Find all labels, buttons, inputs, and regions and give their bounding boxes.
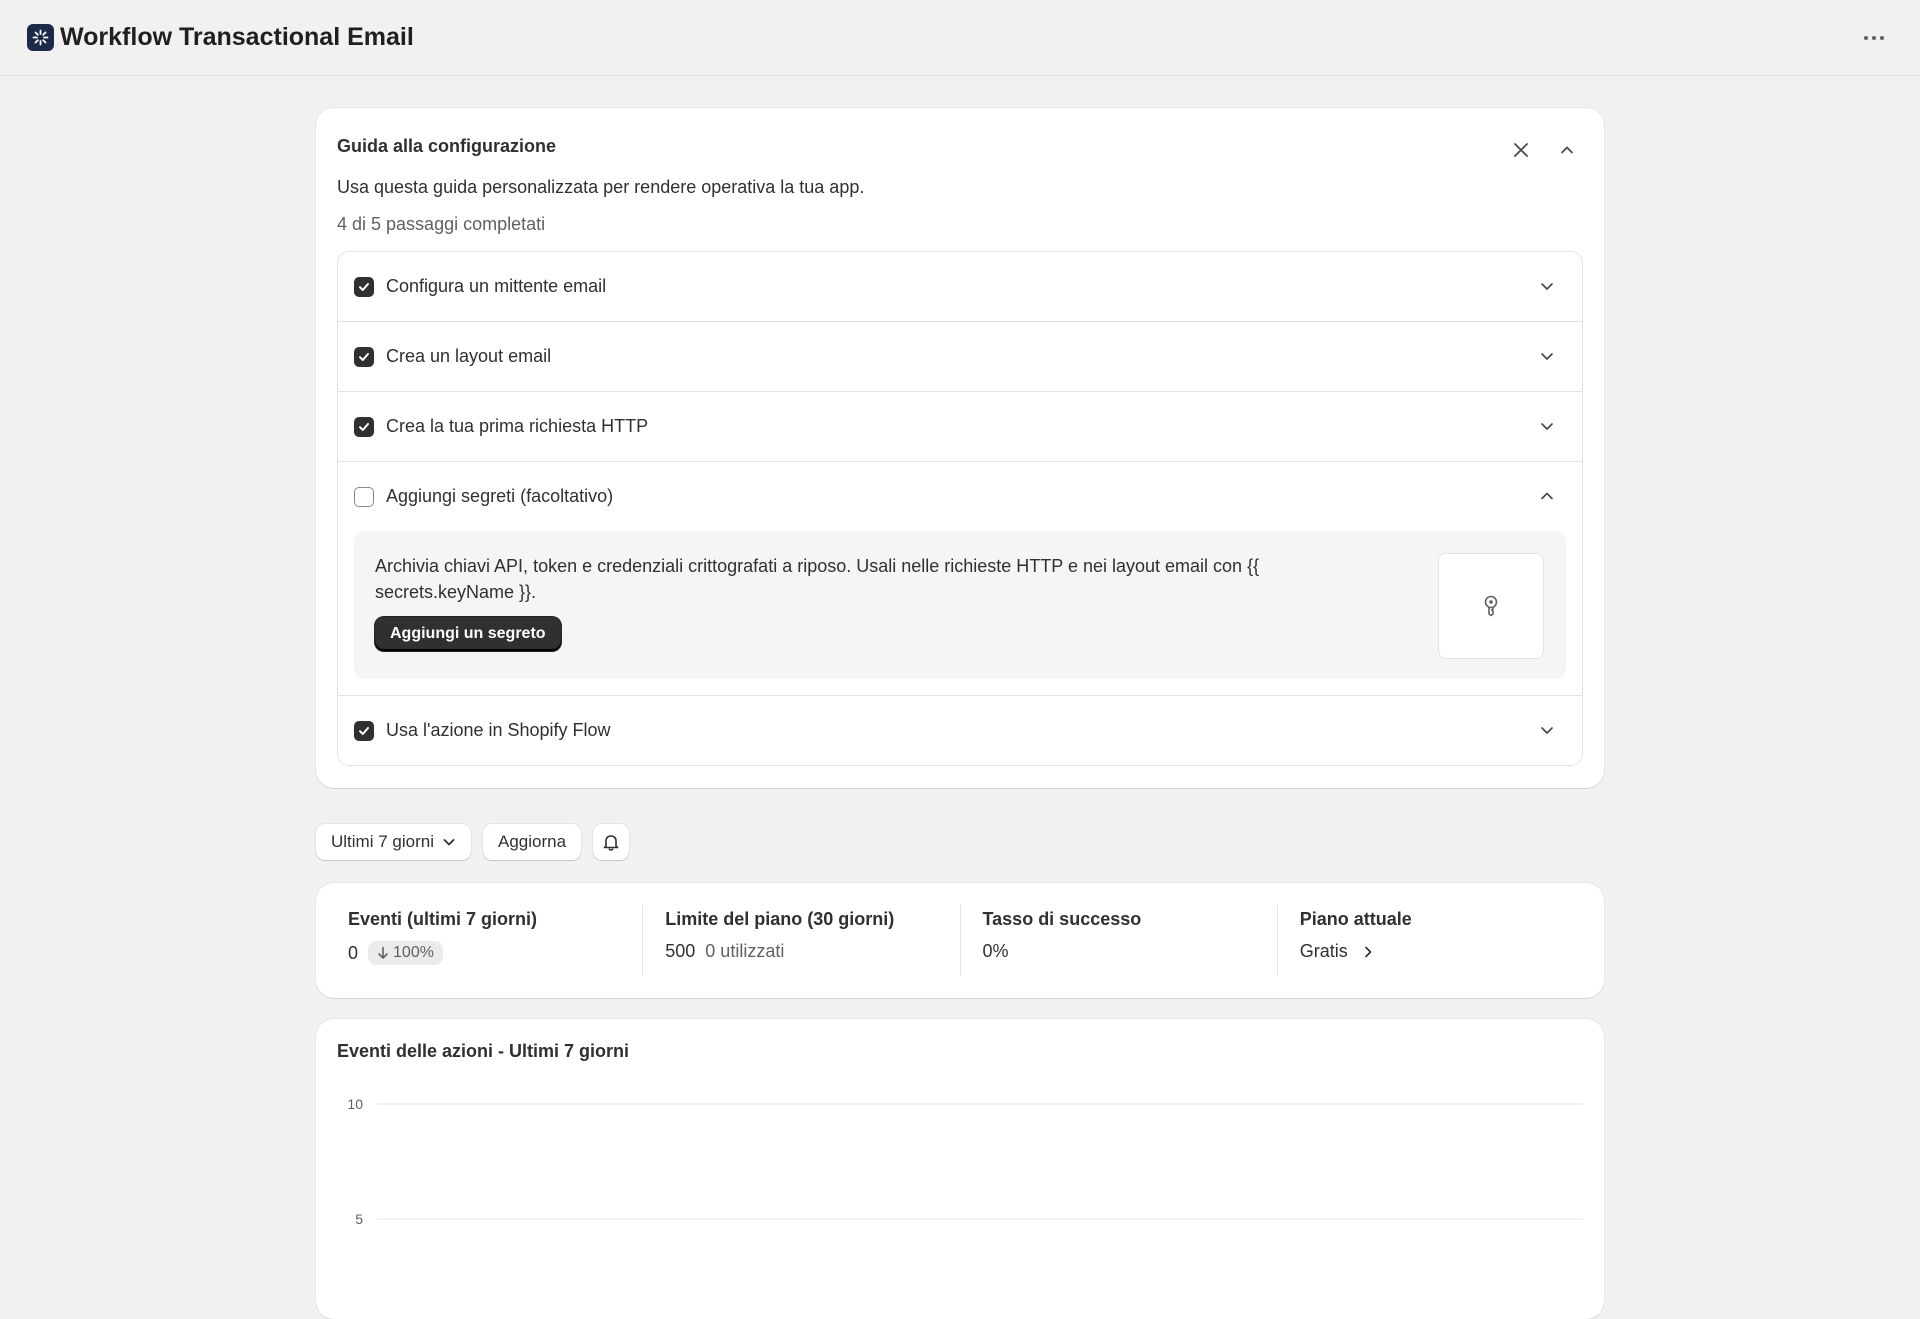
app-logo-icon [27, 24, 54, 51]
step-checkbox[interactable] [354, 720, 374, 741]
chevron-down-icon [1536, 275, 1558, 297]
ellipsis-icon [1864, 36, 1884, 40]
chevron-down-icon [1536, 719, 1558, 741]
setup-guide-card: Guida alla configurazione Usa questa gui… [316, 108, 1604, 788]
step-checkbox[interactable] [354, 276, 374, 297]
setup-step-toggle[interactable]: Configura un mittente email [338, 252, 1582, 321]
secrets-illustration [1438, 553, 1544, 659]
setup-guide-title: Guida alla configurazione [337, 135, 557, 156]
setup-step-toggle[interactable]: Aggiungi segreti (facoltativo) [338, 462, 1582, 531]
key-icon [1484, 595, 1498, 617]
chevron-down-icon [443, 839, 455, 846]
current-plan-link[interactable]: Gratis [1300, 941, 1374, 962]
chevron-down-icon [1536, 415, 1558, 437]
change-badge: 100% [368, 941, 443, 965]
step-label: Configura un mittente email [386, 276, 607, 296]
step-label: Crea la tua prima richiesta HTTP [386, 416, 649, 436]
step-checkbox[interactable] [354, 346, 374, 367]
setup-guide-progress: 4 di 5 passaggi completati [337, 214, 546, 234]
add-secret-button[interactable]: Aggiungi un segreto [375, 617, 561, 651]
stat-success-rate: Tasso di successo 0% [959, 905, 1277, 976]
chevron-up-icon [1536, 485, 1558, 507]
step-description: Archivia chiavi API, token e credenziali… [375, 556, 1260, 602]
checkmark-icon [359, 422, 369, 431]
step-label: Usa l'azione in Shopify Flow [386, 720, 611, 740]
date-range-select[interactable]: Ultimi 7 giorni [316, 824, 471, 860]
stat-label: Tasso di successo [982, 909, 1142, 929]
action-events-chart: 10 5 [347, 1096, 1583, 1227]
setup-step: Crea la tua prima richiesta HTTP [338, 391, 1582, 461]
y-tick-label: 5 [355, 1211, 363, 1227]
step-label: Crea un layout email [386, 346, 552, 366]
step-checkbox[interactable] [354, 416, 374, 437]
setup-step-toggle[interactable]: Crea la tua prima richiesta HTTP [338, 392, 1582, 461]
stat-value: 0% [982, 941, 1009, 961]
stat-plan-limit: Limite del piano (30 giorni) 500 0 utili… [642, 905, 959, 976]
setup-step-expanded: Aggiungi segreti (facoltativo) Archivia … [338, 461, 1582, 679]
checkmark-icon [359, 352, 369, 361]
stat-value: 0 [348, 942, 359, 963]
stat-label: Limite del piano (30 giorni) [665, 909, 895, 929]
stat-events: Eventi (ultimi 7 giorni) 0 100% [326, 905, 642, 976]
checkmark-icon [359, 726, 369, 735]
dashboard-toolbar: Ultimi 7 giorni Aggiorna [316, 824, 1604, 860]
notifications-button[interactable] [593, 824, 630, 860]
bell-icon [603, 835, 619, 851]
stat-value: Gratis [1299, 941, 1348, 961]
more-actions-button[interactable] [1858, 22, 1890, 54]
top-bar: Workflow Transactional Email [0, 0, 1920, 76]
stat-current-plan: Piano attuale Gratis [1276, 905, 1594, 976]
step-checkbox[interactable] [354, 486, 374, 507]
setup-step: Usa l'azione in Shopify Flow [338, 695, 1582, 765]
setup-step: Crea un layout email [338, 321, 1582, 391]
stat-label: Piano attuale [1299, 909, 1412, 929]
checkmark-icon [359, 282, 369, 291]
chart-card: Eventi delle azioni - Ultimi 7 giorni 10… [316, 1019, 1604, 1319]
setup-step-toggle[interactable]: Usa l'azione in Shopify Flow [338, 696, 1582, 765]
setup-step-toggle[interactable]: Crea un layout email [338, 322, 1582, 391]
arrow-down-icon [378, 946, 388, 959]
dismiss-guide-button[interactable] [1505, 134, 1537, 166]
chevron-right-icon [1364, 946, 1372, 957]
change-badge-value: 100% [393, 944, 434, 961]
stat-label: Eventi (ultimi 7 giorni) [348, 909, 538, 929]
chevron-up-icon [1561, 146, 1573, 154]
stat-value: 500 [665, 941, 696, 961]
stat-secondary: 0 utilizzati [705, 941, 785, 961]
step-detail-panel: Archivia chiavi API, token e credenziali… [354, 531, 1566, 679]
app-title: Workflow Transactional Email [60, 23, 414, 51]
setup-step: Configura un mittente email [338, 252, 1582, 321]
collapse-guide-button[interactable] [1551, 134, 1583, 166]
date-range-label: Ultimi 7 giorni [331, 832, 434, 851]
setup-steps-list: Configura un mittente email Crea un layo… [337, 251, 1583, 766]
chevron-down-icon [1536, 345, 1558, 367]
y-tick-label: 10 [347, 1096, 363, 1112]
stats-card: Eventi (ultimi 7 giorni) 0 100% Limite d… [316, 883, 1604, 998]
chart-title: Eventi delle azioni - Ultimi 7 giorni [337, 1041, 630, 1061]
refresh-button[interactable]: Aggiorna [482, 824, 582, 860]
close-icon [1514, 143, 1528, 157]
step-label: Aggiungi segreti (facoltativo) [386, 486, 614, 506]
